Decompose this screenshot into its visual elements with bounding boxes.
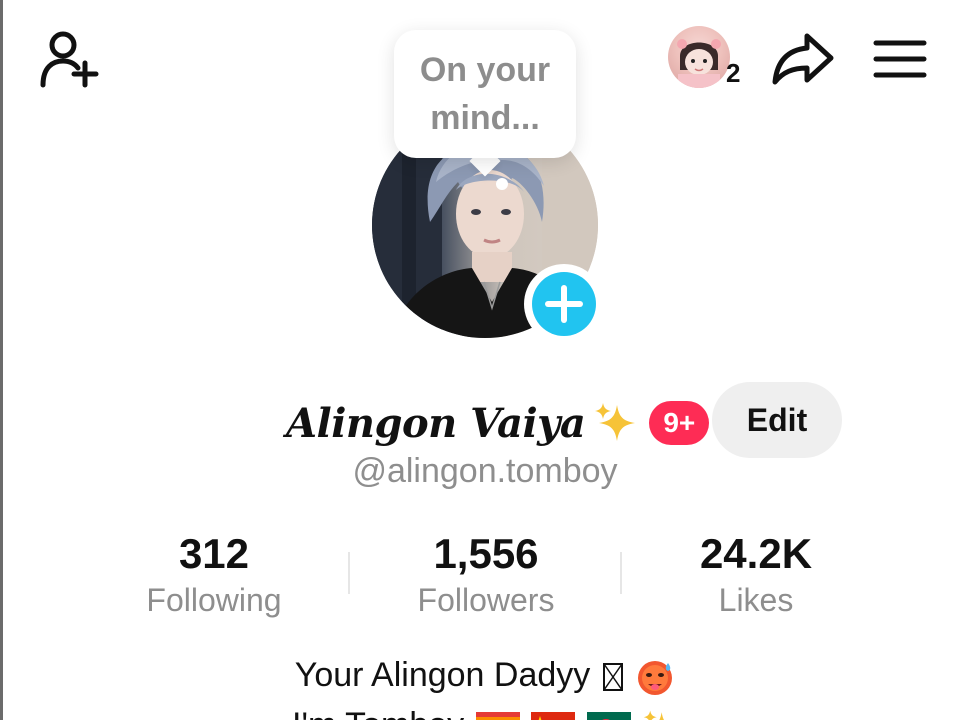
profile-screen: 2 On your mind... Alingon Vaiya 9+ Edit …	[0, 0, 960, 720]
display-name: Alingon Vaiya	[286, 399, 586, 447]
bangladesh-flag-icon	[586, 712, 631, 720]
bio-line-2-text: I'm Tomboy	[292, 706, 464, 720]
following-count: 312	[178, 530, 250, 577]
likes-count: 24.2K	[699, 530, 813, 577]
bio-line-2: I'm Tomboy	[0, 702, 960, 720]
story-count: 2	[726, 58, 741, 88]
share-button[interactable]	[768, 28, 838, 90]
share-arrow-icon	[772, 33, 834, 85]
edit-profile-button[interactable]: Edit	[712, 382, 842, 458]
bio: Your Alingon Dadyy I'm Tomboy	[0, 652, 960, 720]
note-bubble[interactable]: On your mind...	[394, 30, 576, 158]
window-edge	[0, 0, 3, 720]
note-bubble-text: On your mind...	[419, 51, 551, 137]
followers-label: Followers	[417, 582, 555, 618]
menu-button[interactable]	[868, 32, 932, 86]
bio-line-1: Your Alingon Dadyy	[0, 652, 960, 698]
add-story-button[interactable]	[524, 264, 604, 344]
hamburger-menu-icon	[873, 40, 927, 78]
china-flag-icon	[531, 712, 576, 720]
rainbow-flag-icon	[475, 712, 520, 720]
story-avatar-image	[668, 26, 730, 88]
hot-face-emoji-icon	[638, 661, 673, 696]
bio-line-1-text: Your Alingon Dadyy	[294, 656, 591, 694]
sparkles-icon	[595, 403, 636, 441]
likes-label: Likes	[718, 582, 794, 618]
stat-likes[interactable]: 24.2K Likes	[636, 528, 876, 620]
bubble-dot	[496, 178, 508, 190]
sparkles-icon	[643, 710, 664, 720]
stat-divider	[348, 552, 350, 594]
plus-circle	[532, 272, 596, 336]
person-add-icon	[40, 31, 99, 88]
notification-badge[interactable]: 9+	[649, 401, 710, 445]
name-row: Alingon Vaiya 9+	[286, 388, 710, 458]
plus-icon	[545, 285, 583, 323]
stat-followers[interactable]: 1,556 Followers	[366, 528, 606, 620]
add-friend-button[interactable]	[36, 28, 104, 90]
following-label: Following	[146, 582, 282, 618]
stat-following[interactable]: 312 Following	[94, 528, 334, 620]
missing-glyph-icon	[602, 663, 623, 692]
stat-divider	[620, 552, 622, 594]
followers-count: 1,556	[433, 530, 539, 577]
username-handle: @alingon.tomboy	[352, 452, 618, 490]
